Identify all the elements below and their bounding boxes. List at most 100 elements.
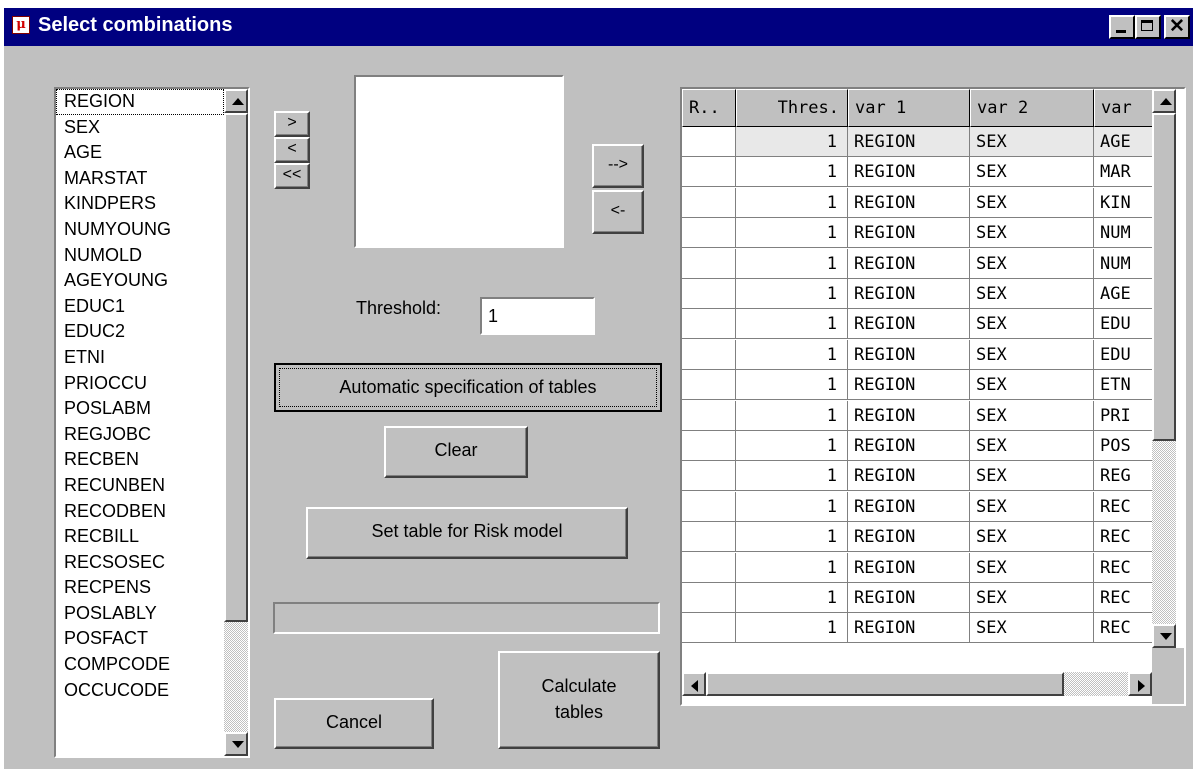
table-cell bbox=[682, 187, 736, 218]
table-row[interactable]: 1 REGION SEX ETN bbox=[682, 370, 1152, 401]
column-header[interactable]: var 1 bbox=[848, 89, 970, 127]
table-cell: 1 bbox=[736, 583, 848, 613]
scroll-up-icon[interactable] bbox=[224, 89, 248, 113]
table-row[interactable]: 1 REGION SEX PRI bbox=[682, 400, 1152, 431]
grid-horizontal-scrollbar[interactable] bbox=[682, 672, 1152, 696]
scroll-thumb[interactable] bbox=[224, 113, 248, 622]
table-row[interactable]: 1 REGION SEX KIN bbox=[682, 187, 1152, 218]
threshold-input[interactable]: 1 bbox=[480, 297, 595, 335]
tables-grid[interactable]: R.. Thres. var 1 var 2 var 1 REGION SEX AGE 1 REGI… bbox=[680, 87, 1186, 706]
variable-list-scrollbar[interactable] bbox=[224, 89, 248, 756]
list-item[interactable]: REGJOBC bbox=[56, 422, 224, 448]
add-variable-button[interactable]: > bbox=[274, 111, 310, 137]
list-item[interactable]: PRIOCCU bbox=[56, 371, 224, 397]
list-item[interactable]: COMPCODE bbox=[56, 652, 224, 678]
close-icon[interactable]: ✕ bbox=[1164, 15, 1190, 39]
list-item[interactable]: POSLABM bbox=[56, 396, 224, 422]
set-risk-model-button[interactable]: Set table for Risk model bbox=[306, 507, 628, 559]
grid-scroll-down-icon[interactable] bbox=[1152, 624, 1176, 648]
column-header[interactable]: R.. bbox=[682, 89, 736, 127]
table-row[interactable]: 1 REGION SEX NUM bbox=[682, 248, 1152, 279]
title-bar[interactable]: μ Select combinations ✕ bbox=[4, 8, 1193, 46]
list-item[interactable]: EDUC1 bbox=[56, 294, 224, 320]
remove-all-variables-button[interactable]: << bbox=[274, 163, 310, 189]
table-row[interactable]: 1 REGION SEX MAR bbox=[682, 157, 1152, 188]
list-item[interactable]: KINDPERS bbox=[56, 191, 224, 217]
list-item[interactable]: OCCUCODE bbox=[56, 678, 224, 704]
table-row[interactable]: 1 REGION SEX REC bbox=[682, 491, 1152, 522]
mu-argus-icon[interactable]: μ bbox=[12, 16, 30, 34]
table-cell: REGION bbox=[848, 309, 970, 340]
list-item[interactable]: POSFACT bbox=[56, 626, 224, 652]
automatic-specification-button[interactable]: Automatic specification of tables bbox=[274, 363, 662, 412]
table-row[interactable]: 1 REGION SEX REG bbox=[682, 461, 1152, 492]
table-cell bbox=[682, 339, 736, 370]
calculate-tables-button[interactable]: Calculate tables bbox=[498, 651, 660, 749]
list-item[interactable]: AGEYOUNG bbox=[56, 268, 224, 294]
remove-table-button[interactable]: <- bbox=[592, 190, 644, 234]
list-item[interactable]: MARSTAT bbox=[56, 166, 224, 192]
list-item[interactable]: RECBEN bbox=[56, 447, 224, 473]
table-row[interactable]: 1 REGION SEX REC bbox=[682, 583, 1152, 613]
list-item[interactable]: SEX bbox=[56, 115, 224, 141]
table-cell bbox=[682, 279, 736, 309]
column-header[interactable]: Thres. bbox=[736, 89, 848, 127]
table-cell: SEX bbox=[970, 157, 1094, 188]
selected-variables-list[interactable] bbox=[354, 75, 564, 248]
column-header[interactable]: var 2 bbox=[970, 89, 1094, 127]
table-row[interactable]: 1 REGION SEX REC bbox=[682, 613, 1152, 644]
table-cell: SEX bbox=[970, 309, 1094, 340]
table-cell: 1 bbox=[736, 127, 848, 157]
list-item[interactable]: RECBILL bbox=[56, 524, 224, 550]
tables-grid-body: R.. Thres. var 1 var 2 var 1 REGION SEX AGE 1 REGI… bbox=[682, 89, 1152, 672]
list-item[interactable]: NUMYOUNG bbox=[56, 217, 224, 243]
table-row[interactable]: 1 REGION SEX AGE bbox=[682, 279, 1152, 309]
column-header[interactable]: var bbox=[1094, 89, 1152, 127]
list-item[interactable]: RECODBEN bbox=[56, 499, 224, 525]
table-row[interactable]: 1 REGION SEX NUM bbox=[682, 218, 1152, 249]
table-cell: REGION bbox=[848, 431, 970, 461]
table-row[interactable]: 1 REGION SEX REC bbox=[682, 522, 1152, 553]
table-row[interactable]: 1 REGION SEX POS bbox=[682, 431, 1152, 461]
table-cell: 1 bbox=[736, 461, 848, 492]
list-item[interactable]: NUMOLD bbox=[56, 243, 224, 269]
variable-list[interactable]: REGION SEX AGE MARSTAT KINDPERS NUMYOUNG NUMOL… bbox=[54, 87, 250, 758]
list-item[interactable]: RECSOSEC bbox=[56, 550, 224, 576]
table-row[interactable]: 1 REGION SEX EDU bbox=[682, 339, 1152, 370]
table-cell: REGION bbox=[848, 157, 970, 188]
maximize-icon[interactable] bbox=[1135, 15, 1161, 39]
cancel-button[interactable]: Cancel bbox=[274, 698, 434, 749]
grid-vertical-scrollbar[interactable] bbox=[1152, 89, 1176, 648]
grid-hscroll-thumb[interactable] bbox=[706, 672, 1064, 696]
grid-scroll-right-icon[interactable] bbox=[1128, 672, 1152, 696]
remove-variable-button[interactable]: < bbox=[274, 137, 310, 163]
table-cell: SEX bbox=[970, 279, 1094, 309]
scroll-down-icon[interactable] bbox=[224, 732, 248, 756]
list-item[interactable]: REGION bbox=[56, 89, 224, 115]
table-cell: REGION bbox=[848, 583, 970, 613]
table-cell: 1 bbox=[736, 309, 848, 340]
clear-button[interactable]: Clear bbox=[384, 426, 528, 478]
grid-scroll-up-icon[interactable] bbox=[1152, 89, 1176, 113]
list-item[interactable]: EDUC2 bbox=[56, 319, 224, 345]
table-cell: SEX bbox=[970, 461, 1094, 492]
add-table-button[interactable]: --> bbox=[592, 144, 644, 188]
minimize-icon[interactable] bbox=[1109, 15, 1135, 39]
table-cell: 1 bbox=[736, 157, 848, 188]
progress-bar bbox=[273, 602, 660, 634]
table-row[interactable]: 1 REGION SEX REC bbox=[682, 552, 1152, 583]
table-cell: SEX bbox=[970, 370, 1094, 401]
table-cell bbox=[682, 157, 736, 188]
table-row[interactable]: 1 REGION SEX EDU bbox=[682, 309, 1152, 340]
grid-scroll-left-icon[interactable] bbox=[682, 672, 706, 696]
list-item[interactable]: RECPENS bbox=[56, 575, 224, 601]
table-cell: 1 bbox=[736, 522, 848, 553]
table-row[interactable]: 1 REGION SEX AGE bbox=[682, 127, 1152, 157]
table-cell bbox=[682, 309, 736, 340]
list-item[interactable]: POSLABLY bbox=[56, 601, 224, 627]
list-item[interactable]: ETNI bbox=[56, 345, 224, 371]
list-item[interactable]: AGE bbox=[56, 140, 224, 166]
grid-vscroll-thumb[interactable] bbox=[1152, 113, 1176, 441]
calculate-label-line2: tables bbox=[554, 702, 604, 722]
list-item[interactable]: RECUNBEN bbox=[56, 473, 224, 499]
